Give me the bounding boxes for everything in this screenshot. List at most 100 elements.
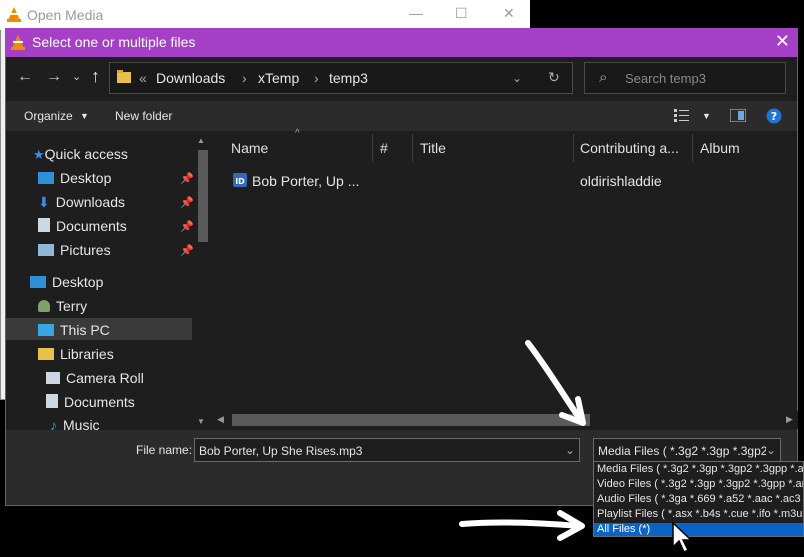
up-arrow-icon[interactable]: ↑ [91, 66, 100, 87]
nav-item-downloads[interactable]: ⬇ Downloads [38, 194, 125, 211]
scroll-down-arrow-icon[interactable]: ▼ [197, 417, 205, 426]
mouse-cursor-icon [672, 522, 692, 554]
close-icon[interactable]: ✕ [503, 5, 515, 22]
nav-label: Terry [56, 298, 88, 314]
file-row[interactable]: ID Bob Porter, Up ... oldirishladdie [226, 170, 786, 192]
column-divider[interactable] [692, 134, 693, 162]
pin-icon[interactable]: 📌 [180, 172, 194, 185]
scroll-right-arrow-icon[interactable]: ▶ [786, 414, 793, 425]
nav-item-desktop[interactable]: Desktop [30, 274, 103, 290]
svg-text:ID: ID [235, 177, 245, 186]
maximize-icon[interactable]: ☐ [455, 5, 468, 22]
nav-item-pictures[interactable]: Pictures [38, 242, 111, 258]
address-dropdown-chevron-icon[interactable]: ⌄ [512, 71, 522, 85]
breadcrumb-overflow-icon[interactable]: « [139, 70, 147, 86]
recent-locations-chevron-icon[interactable]: ⌄ [72, 70, 81, 83]
nav-item-libraries[interactable]: Libraries [38, 346, 114, 362]
file-type-option[interactable]: Video Files ( *.3g2 *.3gp *.3gp2 *.3gpp … [594, 478, 803, 493]
nav-label: This PC [60, 322, 110, 338]
document-icon [46, 394, 58, 408]
nav-label: Camera Roll [66, 370, 144, 386]
scroll-left-arrow-icon[interactable]: ◀ [217, 414, 224, 425]
file-type-chevron-icon[interactable]: ⌄ [766, 443, 777, 457]
file-type-select[interactable]: Media Files ( *.3g2 *.3gp *.3gp2 ⌄ [593, 438, 781, 462]
nav-item-music[interactable]: ♪ Music [50, 417, 100, 430]
organize-chevron-icon[interactable]: ▼ [80, 111, 89, 121]
nav-scroll-thumb[interactable] [198, 150, 208, 242]
new-folder-button[interactable]: New folder [115, 109, 172, 123]
preview-pane-icon[interactable] [730, 109, 746, 122]
scroll-up-arrow-icon[interactable]: ▲ [197, 136, 205, 145]
breadcrumb-xtemp[interactable]: xTemp [258, 70, 299, 86]
forward-arrow-icon[interactable]: → [46, 68, 62, 86]
help-icon[interactable]: ? [766, 108, 782, 124]
command-bar: Organize ▼ New folder ▼ ? [6, 101, 797, 131]
nav-item-desktop-quick[interactable]: Desktop [38, 170, 111, 186]
file-type-option[interactable]: Media Files ( *.3g2 *.3gp *.3gp2 *.3gpp … [594, 463, 803, 478]
breadcrumb-temp3[interactable]: temp3 [329, 70, 368, 86]
svg-text:?: ? [771, 110, 777, 123]
nav-item-documents-library[interactable]: Documents [46, 394, 135, 410]
file-artist-cell: oldirishladdie [580, 173, 662, 189]
view-options-icon[interactable] [674, 108, 690, 122]
nav-label: Pictures [60, 242, 111, 258]
address-bar[interactable]: « Downloads › xTemp › temp3 ⌄ ↻ [109, 62, 573, 94]
nav-label: Desktop [60, 170, 112, 186]
nav-label: Downloads [55, 194, 125, 210]
pin-icon[interactable]: 📌 [180, 196, 194, 209]
picture-icon [38, 244, 54, 256]
desktop-icon [38, 172, 54, 184]
dialog-close-icon[interactable]: ✕ [775, 31, 790, 52]
annotation-arrow-right [459, 519, 581, 529]
search-input[interactable]: Search temp3 [625, 71, 706, 86]
column-header-name[interactable]: Name [231, 140, 268, 156]
column-divider[interactable] [412, 134, 413, 162]
breadcrumb-downloads[interactable]: Downloads [156, 70, 225, 86]
nav-item-terry[interactable]: Terry [38, 298, 87, 314]
document-icon [38, 218, 50, 232]
minimize-icon[interactable]: — [409, 5, 423, 21]
pin-icon[interactable]: 📌 [180, 220, 194, 233]
column-header-contributing-artist[interactable]: Contributing a... [580, 140, 679, 156]
library-icon [38, 348, 54, 360]
file-type-option[interactable]: Audio Files ( *.3ga *.669 *.a52 *.aac *.… [594, 493, 803, 508]
view-chevron-icon[interactable]: ▼ [702, 111, 711, 121]
file-name-label: File name: [136, 443, 193, 457]
sort-ascending-icon: ^ [295, 128, 300, 139]
music-icon: ♪ [50, 417, 57, 430]
organize-button[interactable]: Organize [24, 109, 73, 123]
download-icon: ⬇ [38, 194, 50, 210]
column-header-number[interactable]: # [380, 140, 388, 156]
file-type-option-all-files[interactable]: All Files (*) [594, 523, 803, 536]
annotation-arrow-down [525, 340, 583, 422]
computer-icon [38, 324, 54, 336]
annotation-arrows [459, 340, 586, 541]
column-header-album[interactable]: Album [700, 140, 740, 156]
nav-item-camera-roll[interactable]: Camera Roll [46, 370, 144, 386]
nav-item-quick-access[interactable]: ★Quick access [33, 146, 128, 163]
nav-label: Quick access [44, 146, 128, 162]
column-divider[interactable] [372, 134, 373, 162]
dialog-title-bar: Select one or multiple files ✕ [5, 28, 798, 57]
pin-icon[interactable]: 📌 [180, 244, 194, 257]
folder-icon [46, 372, 60, 384]
nav-label: Libraries [60, 346, 114, 362]
search-box[interactable]: ⌕ Search temp3 [584, 62, 786, 94]
vlc-cone-icon [11, 35, 25, 50]
file-name-value: Bob Porter, Up She Rises.mp3 [199, 444, 363, 458]
nav-label: Documents [64, 394, 135, 410]
nav-item-documents-quick[interactable]: Documents [38, 218, 127, 234]
dialog-title: Select one or multiple files [32, 34, 196, 50]
vlc-cone-icon [7, 7, 21, 22]
search-icon: ⌕ [599, 69, 608, 86]
file-type-option[interactable]: Playlist Files ( *.asx *.b4s *.cue *.ifo… [594, 508, 803, 523]
refresh-icon[interactable]: ↻ [548, 69, 560, 86]
file-name-cell: Bob Porter, Up ... [252, 173, 360, 189]
column-divider[interactable] [573, 134, 574, 162]
breadcrumb-separator-icon: › [314, 70, 319, 86]
star-icon: ★ [33, 147, 45, 162]
back-arrow-icon[interactable]: ← [17, 68, 33, 86]
background-title-bar: Open Media — ☐ ✕ [0, 0, 530, 30]
nav-item-this-pc[interactable]: This PC [38, 322, 110, 338]
column-header-title[interactable]: Title [420, 140, 446, 156]
